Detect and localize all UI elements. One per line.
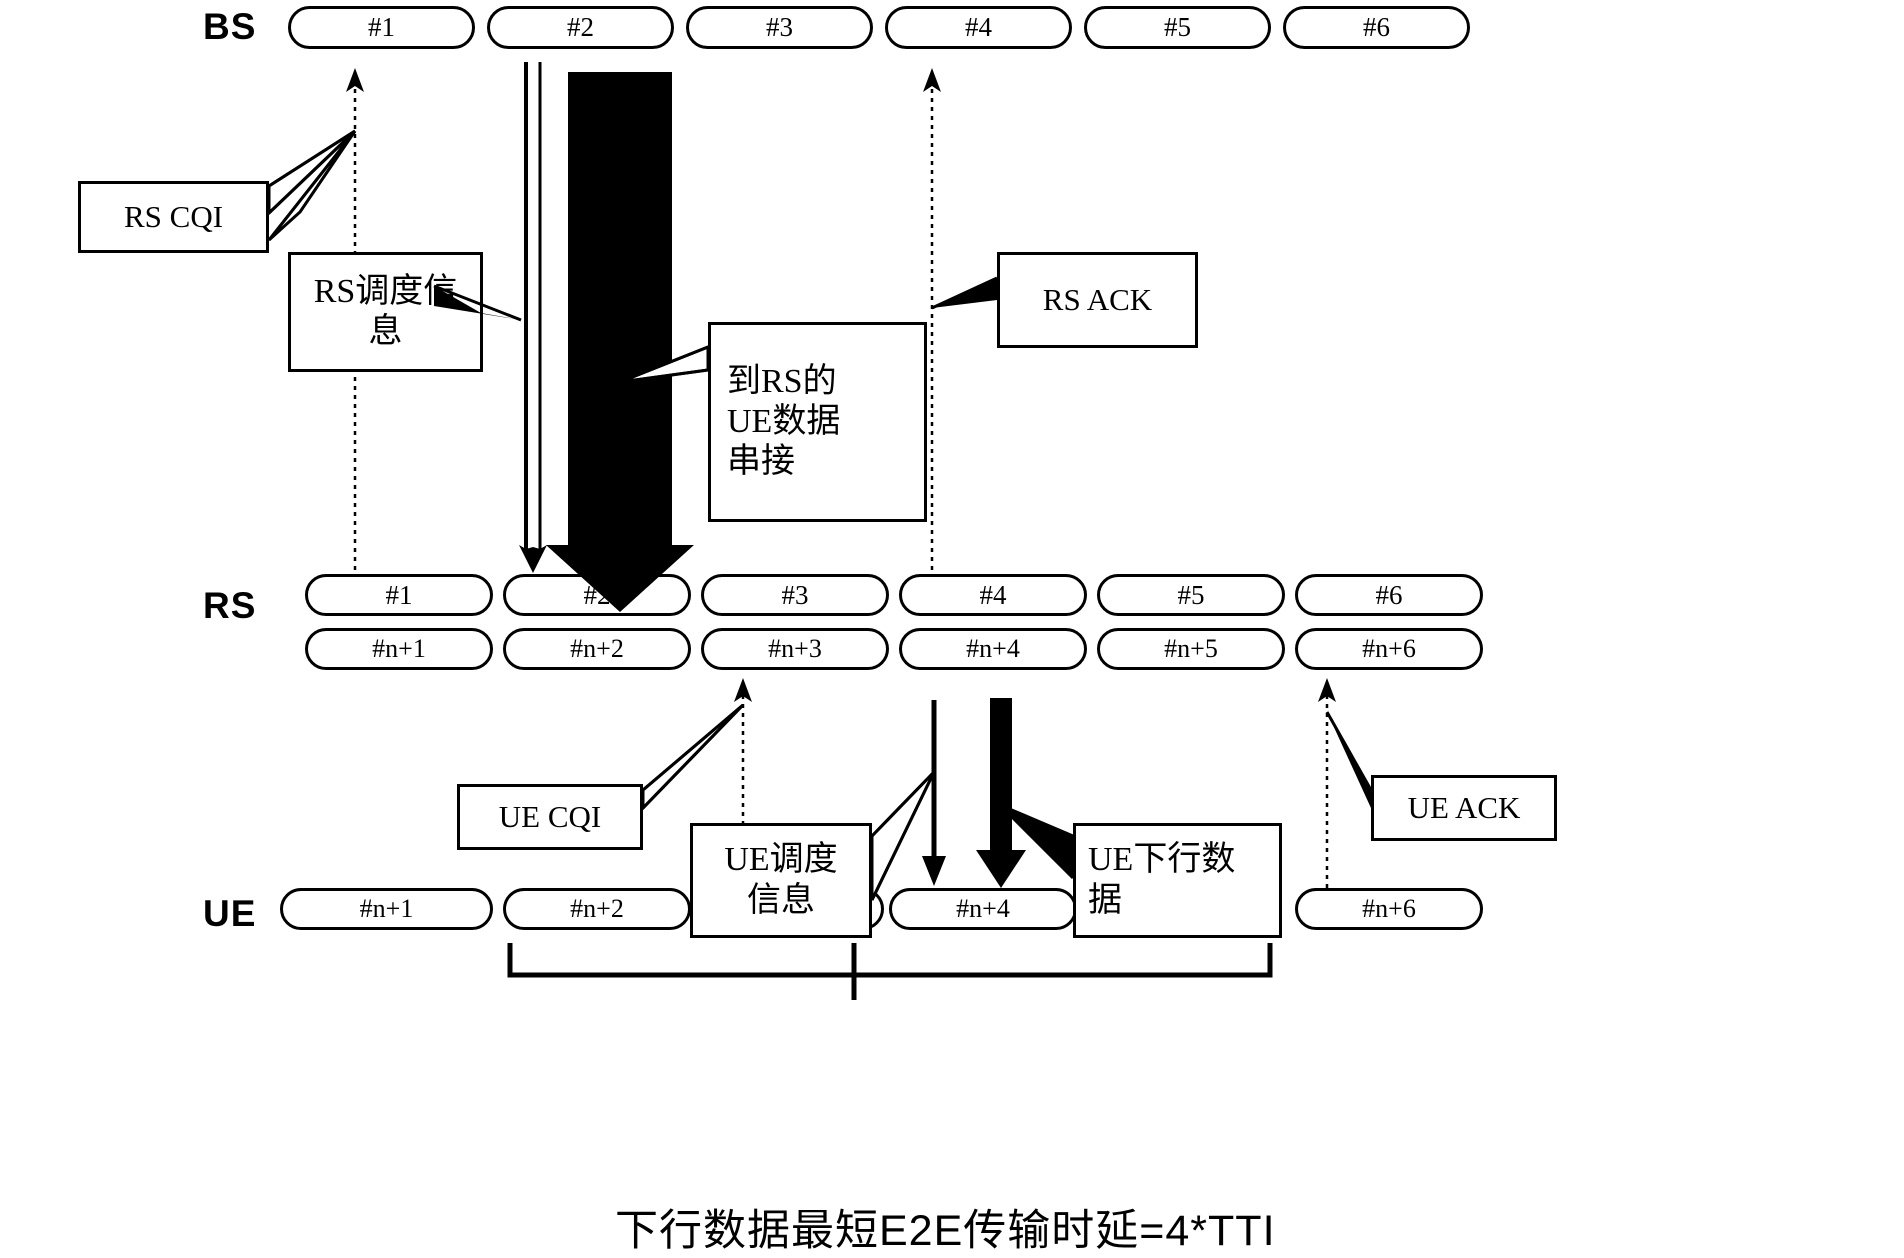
callout-ue-data-concat-line1: 到RS的 — [727, 362, 837, 400]
rs-scheduling-thin-arrow — [519, 62, 547, 573]
callout-ue-data-concat[interactable]: 到RS的 UE数据 串接 — [708, 322, 927, 522]
callout-ue-data-concat-line3: 串接 — [727, 443, 795, 481]
callout-ue-scheduling-line1: UE调度 — [724, 841, 838, 879]
callout-rs-scheduling-line2: 息 — [368, 313, 403, 350]
callout-rs-scheduling-line1: RS调度信 — [313, 272, 458, 310]
callout-ue-scheduling-line2: 信息 — [747, 881, 815, 919]
callout-ue-downlink-data-line2: 据 — [1088, 881, 1122, 919]
callout-ue-scheduling[interactable]: UE调度 信息 — [690, 823, 872, 938]
callout-ue-data-concat-line2: UE数据 — [727, 402, 841, 440]
callout-rs-ack[interactable]: RS ACK — [997, 252, 1198, 348]
ue-scheduling-thin-arrow — [922, 700, 946, 886]
callout-ue-ack[interactable]: UE ACK — [1371, 775, 1557, 841]
callout-ue-downlink-data-line1: UE下行数 — [1088, 841, 1236, 879]
callout-rs-scheduling[interactable]: RS调度信 息 — [288, 252, 483, 372]
ue-downlink-data-thick-arrow — [976, 698, 1026, 888]
diagram-canvas: BS #1 #2 #3 #4 #5 #6 RS #1 #2 #3 #4 #5 #… — [0, 0, 1904, 1257]
callout-ue-downlink-data[interactable]: UE下行数 据 — [1073, 823, 1282, 938]
callout-ue-cqi[interactable]: UE CQI — [457, 784, 643, 850]
e2e-latency-brace — [507, 943, 1273, 1000]
callout-rs-cqi[interactable]: RS CQI — [78, 181, 269, 253]
ue-ack-dotted-arrow — [1318, 678, 1336, 888]
arrows-layer — [346, 62, 1336, 1000]
ue-data-concat-thick-arrow — [546, 72, 694, 612]
